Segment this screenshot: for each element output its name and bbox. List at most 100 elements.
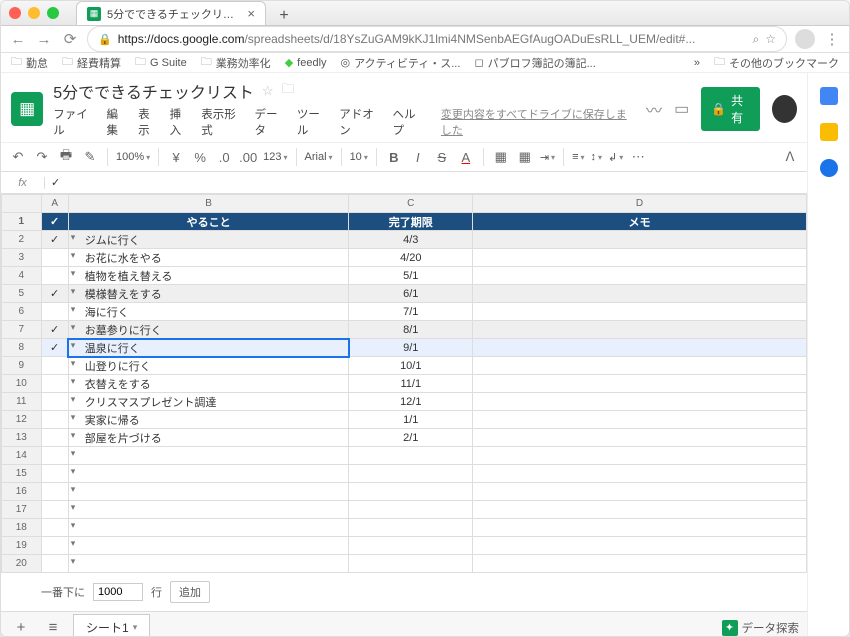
- checkbox-cell[interactable]: [41, 249, 68, 267]
- traffic-max[interactable]: [47, 7, 59, 19]
- row-header[interactable]: 5: [2, 285, 42, 303]
- cell[interactable]: [349, 465, 473, 483]
- account-avatar[interactable]: [772, 95, 797, 123]
- due-cell[interactable]: 12/1: [349, 393, 473, 411]
- bookmark-item[interactable]: 🗀G Suite: [135, 53, 187, 72]
- cell[interactable]: [473, 483, 807, 501]
- memo-cell[interactable]: [473, 285, 807, 303]
- memo-cell[interactable]: [473, 357, 807, 375]
- cell[interactable]: [473, 447, 807, 465]
- wrap-icon[interactable]: ↲▾: [608, 151, 623, 164]
- task-cell[interactable]: 実家に帰る: [68, 411, 349, 429]
- row-header[interactable]: 13: [2, 429, 42, 447]
- collapse-icon[interactable]: ᐱ: [781, 149, 799, 165]
- formula-input[interactable]: ✓: [45, 176, 60, 189]
- col-header[interactable]: C: [349, 195, 473, 213]
- other-bookmarks[interactable]: 🗀その他のブックマーク: [714, 53, 839, 72]
- cell[interactable]: [473, 519, 807, 537]
- row-header[interactable]: 9: [2, 357, 42, 375]
- header-cell[interactable]: 完了期限: [349, 213, 473, 231]
- header-cell[interactable]: メモ: [473, 213, 807, 231]
- sheets-logo-icon[interactable]: ▦: [11, 92, 43, 126]
- cell[interactable]: [41, 447, 68, 465]
- search-icon[interactable]: ⌕: [753, 32, 760, 47]
- bookmark-item[interactable]: ◎アクティビティ・ス...: [341, 55, 461, 71]
- checkbox-cell[interactable]: [41, 429, 68, 447]
- close-icon[interactable]: ×: [247, 6, 255, 21]
- zoom-select[interactable]: 100%▾: [116, 151, 150, 163]
- cell[interactable]: [68, 501, 349, 519]
- chevron-down-icon[interactable]: ▾: [133, 622, 138, 633]
- menu-item[interactable]: 編集: [106, 106, 128, 138]
- header-cell[interactable]: やること: [68, 213, 349, 231]
- due-cell[interactable]: 7/1: [349, 303, 473, 321]
- due-cell[interactable]: 8/1: [349, 321, 473, 339]
- sheet-tab[interactable]: シート1▾: [73, 614, 150, 637]
- font-size-select[interactable]: 10▾: [350, 151, 368, 163]
- dec-decrease-icon[interactable]: .0: [215, 150, 233, 165]
- bookmarks-overflow[interactable]: »: [694, 57, 700, 69]
- paint-format-icon[interactable]: ✎: [81, 149, 99, 165]
- menu-item[interactable]: データ: [254, 106, 286, 138]
- cell[interactable]: [473, 555, 807, 573]
- menu-item[interactable]: 表示: [138, 106, 160, 138]
- addrows-button[interactable]: 追加: [170, 581, 210, 603]
- forward-icon[interactable]: →: [35, 31, 53, 48]
- row-header[interactable]: 7: [2, 321, 42, 339]
- task-cell[interactable]: 海に行く: [68, 303, 349, 321]
- bookmark-item[interactable]: 🗀経費精算: [62, 53, 121, 72]
- task-cell[interactable]: 模様替えをする: [68, 285, 349, 303]
- task-cell[interactable]: 部屋を片づける: [68, 429, 349, 447]
- number-format-select[interactable]: 123▾: [263, 151, 287, 163]
- due-cell[interactable]: 4/3: [349, 231, 473, 249]
- task-cell[interactable]: 山登りに行く: [68, 357, 349, 375]
- col-header[interactable]: A: [41, 195, 68, 213]
- menu-item[interactable]: ツール: [297, 106, 329, 138]
- all-sheets-button[interactable]: ≡: [41, 619, 65, 636]
- cell[interactable]: [41, 501, 68, 519]
- cell[interactable]: [41, 555, 68, 573]
- cell[interactable]: [41, 537, 68, 555]
- bookmark-item[interactable]: 🗀業務効率化: [201, 53, 271, 72]
- cell[interactable]: [41, 483, 68, 501]
- due-cell[interactable]: 5/1: [349, 267, 473, 285]
- h-align-icon[interactable]: ≡▾: [572, 151, 584, 163]
- row-header[interactable]: 19: [2, 537, 42, 555]
- checkbox-cell[interactable]: [41, 393, 68, 411]
- cell[interactable]: [349, 483, 473, 501]
- row-header[interactable]: 16: [2, 483, 42, 501]
- due-cell[interactable]: 10/1: [349, 357, 473, 375]
- currency-icon[interactable]: ¥: [167, 150, 185, 165]
- memo-cell[interactable]: [473, 231, 807, 249]
- memo-cell[interactable]: [473, 375, 807, 393]
- task-cell[interactable]: ジムに行く: [68, 231, 349, 249]
- row-header[interactable]: 1: [2, 213, 42, 231]
- cell[interactable]: [349, 519, 473, 537]
- dec-increase-icon[interactable]: .00: [239, 150, 257, 165]
- cell[interactable]: [349, 555, 473, 573]
- undo-icon[interactable]: ↶: [9, 149, 27, 165]
- url-input[interactable]: 🔒 https://docs.google.com/spreadsheets/d…: [87, 26, 787, 52]
- due-cell[interactable]: 4/20: [349, 249, 473, 267]
- row-header[interactable]: 10: [2, 375, 42, 393]
- star-icon[interactable]: ☆: [262, 83, 274, 99]
- row-header[interactable]: 12: [2, 411, 42, 429]
- row-header[interactable]: 4: [2, 267, 42, 285]
- due-cell[interactable]: 1/1: [349, 411, 473, 429]
- row-header[interactable]: 20: [2, 555, 42, 573]
- due-cell[interactable]: 9/1: [349, 339, 473, 357]
- browser-tab[interactable]: ▦ 5分でできるチェックリスト - Goo ×: [76, 1, 266, 25]
- checkbox-cell[interactable]: ✓: [41, 285, 68, 303]
- due-cell[interactable]: 11/1: [349, 375, 473, 393]
- back-icon[interactable]: ←: [9, 31, 27, 48]
- cell[interactable]: [473, 501, 807, 519]
- bold-icon[interactable]: B: [385, 150, 403, 165]
- task-cell[interactable]: 衣替えをする: [68, 375, 349, 393]
- v-align-icon[interactable]: ↕▾: [591, 151, 603, 163]
- task-cell[interactable]: 植物を植え替える: [68, 267, 349, 285]
- comment-icon[interactable]: ▭: [674, 99, 689, 119]
- star-icon[interactable]: ☆: [765, 32, 776, 46]
- calendar-icon[interactable]: [820, 87, 838, 105]
- cell[interactable]: [349, 447, 473, 465]
- memo-cell[interactable]: [473, 303, 807, 321]
